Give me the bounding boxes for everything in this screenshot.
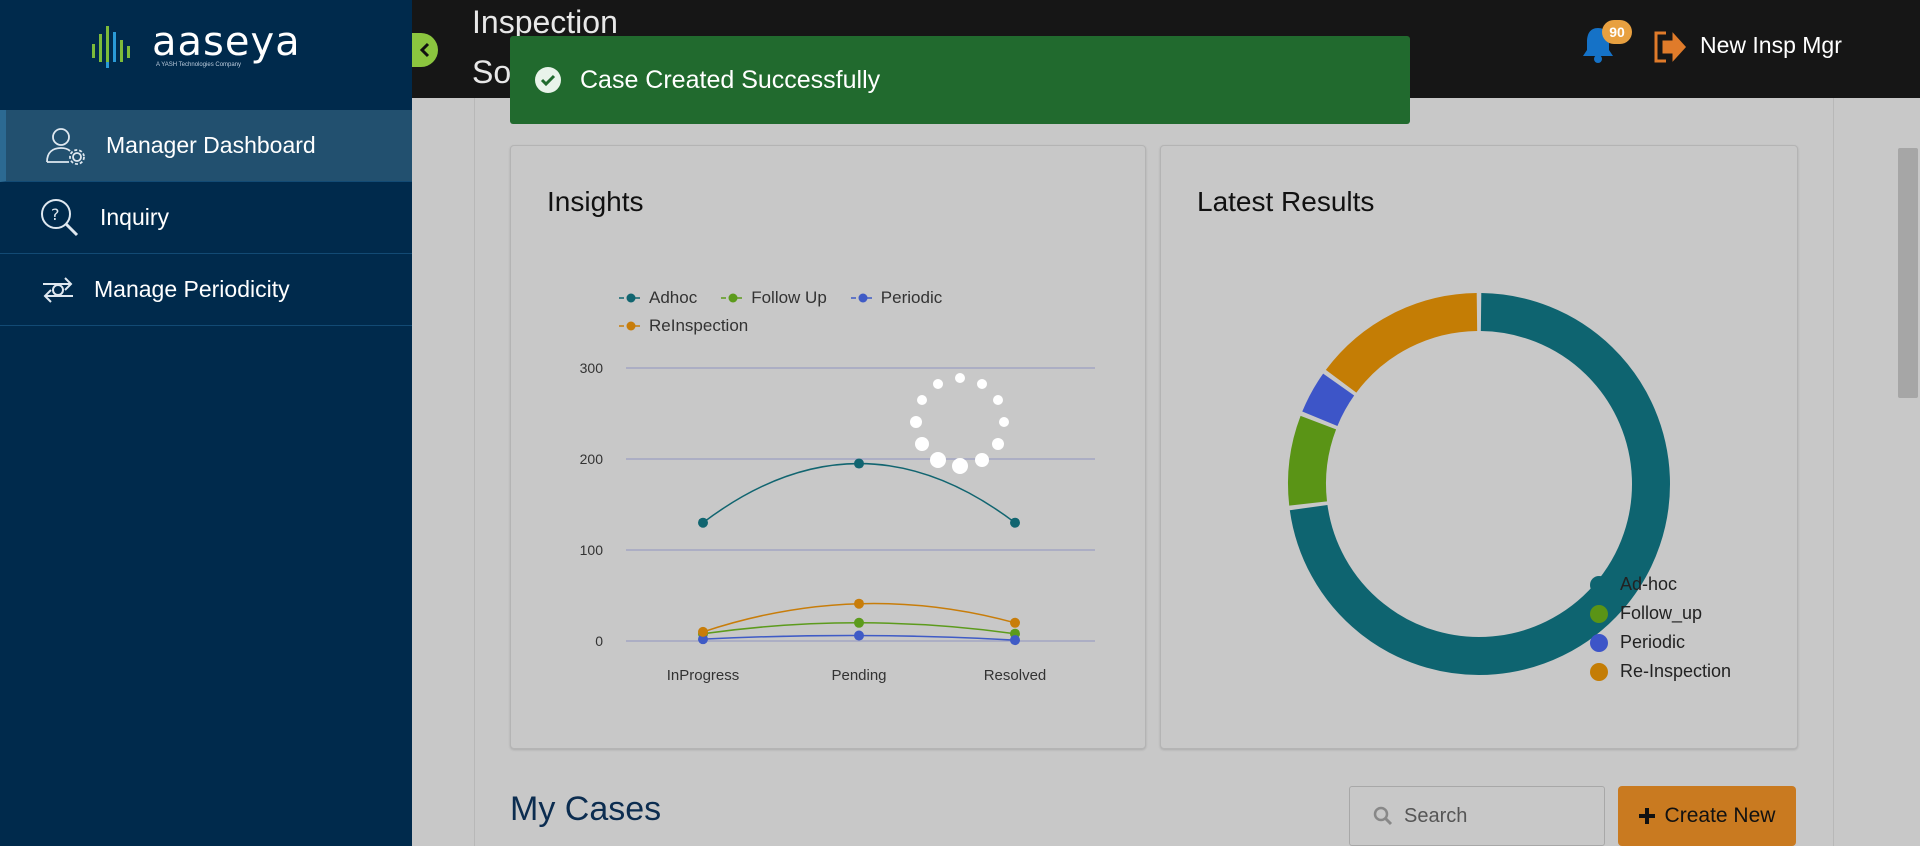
inquiry-search-icon: ? <box>38 196 82 240</box>
my-cases-title: My Cases <box>510 790 662 828</box>
legend-item[interactable]: Periodic <box>1590 628 1731 657</box>
page-scrollbar[interactable] <box>1894 98 1920 846</box>
legend-label: Follow_up <box>1620 603 1703 623</box>
plus-icon <box>1638 808 1655 824</box>
sidebar-toggle-button[interactable] <box>412 33 438 67</box>
data-point <box>1010 617 1020 628</box>
data-point <box>854 458 864 469</box>
search-input[interactable] <box>1404 804 1584 828</box>
line-chart: 0 100 200 300 InProgress Pending Resolved <box>580 360 1095 684</box>
toast-message: Case Created Successfully <box>580 65 881 94</box>
logo: aaseya A YASH Technologies Company <box>90 19 301 70</box>
data-point <box>698 517 708 528</box>
sidebar-nav: Manager Dashboard ? Inquiry Manage Perio… <box>0 110 412 326</box>
search-box[interactable] <box>1349 786 1605 846</box>
logo-bars-icon <box>92 26 130 68</box>
page-title-line2: So <box>472 54 512 90</box>
donut-slice <box>1288 415 1337 506</box>
search-icon <box>1373 806 1393 826</box>
legend-swatch <box>1590 575 1608 594</box>
data-point <box>854 598 864 609</box>
x-tick-label: InProgress <box>667 667 740 684</box>
sidebar-item-manage-periodicity[interactable]: Manage Periodicity <box>0 254 412 326</box>
notification-count-badge: 90 <box>1602 20 1632 44</box>
logo-subtext: A YASH Technologies Company <box>156 62 242 68</box>
data-point <box>854 617 864 628</box>
y-tick-label: 200 <box>580 451 604 467</box>
x-tick-label: Resolved <box>984 667 1047 684</box>
sidebar: aaseya A YASH Technologies Company Manag… <box>0 0 412 846</box>
donut-slice <box>1325 293 1478 393</box>
logo-text: aaseya <box>152 19 301 65</box>
create-new-label: Create New <box>1664 804 1776 827</box>
legend-swatch <box>1590 633 1608 652</box>
data-point <box>1010 635 1020 646</box>
svg-text:?: ? <box>51 205 60 224</box>
sidebar-item-label: Manager Dashboard <box>106 132 316 158</box>
legend-label: Re-Inspection <box>1620 661 1732 681</box>
legend-swatch <box>1590 662 1608 681</box>
y-tick-label: 300 <box>580 360 604 376</box>
x-tick-label: Pending <box>831 667 886 684</box>
check-circle-icon <box>535 67 561 93</box>
success-toast: Case Created Successfully <box>510 36 1410 124</box>
data-point <box>698 626 708 637</box>
user-name[interactable]: New Insp Mgr <box>1700 32 1842 59</box>
donut-slice <box>1302 373 1355 427</box>
manager-user-gear-icon <box>44 124 88 168</box>
periodicity-refresh-icon <box>36 268 80 312</box>
y-tick-label: 100 <box>580 542 604 558</box>
legend-item[interactable]: Follow_up <box>1590 599 1731 628</box>
legend-item[interactable]: Re-Inspection <box>1590 657 1731 686</box>
legend-label: Periodic <box>1620 632 1686 652</box>
sidebar-item-inquiry[interactable]: ? Inquiry <box>0 182 412 254</box>
y-tick-label: 0 <box>595 633 603 649</box>
create-new-button[interactable]: Create New <box>1618 786 1796 846</box>
sidebar-item-label: Inquiry <box>100 204 170 230</box>
scrollbar-thumb[interactable] <box>1898 148 1918 398</box>
logout-icon[interactable] <box>1652 30 1688 69</box>
legend-item[interactable]: Ad-hoc <box>1590 570 1731 599</box>
loading-spinner-icon <box>910 373 1009 474</box>
chevron-left-icon <box>419 42 430 58</box>
data-point <box>1010 517 1020 528</box>
insights-card: Insights Adhoc Follow Up Periodic ReInspect… <box>510 145 1146 749</box>
legend-label: Ad-hoc <box>1620 574 1678 594</box>
legend-swatch <box>1590 604 1608 623</box>
sidebar-item-manager-dashboard[interactable]: Manager Dashboard <box>0 110 412 182</box>
sidebar-item-label: Manage Periodicity <box>94 276 290 302</box>
data-point <box>854 630 864 641</box>
donut-chart-legend: Ad-hoc Follow_up Periodic Re-Inspection <box>1590 570 1731 686</box>
